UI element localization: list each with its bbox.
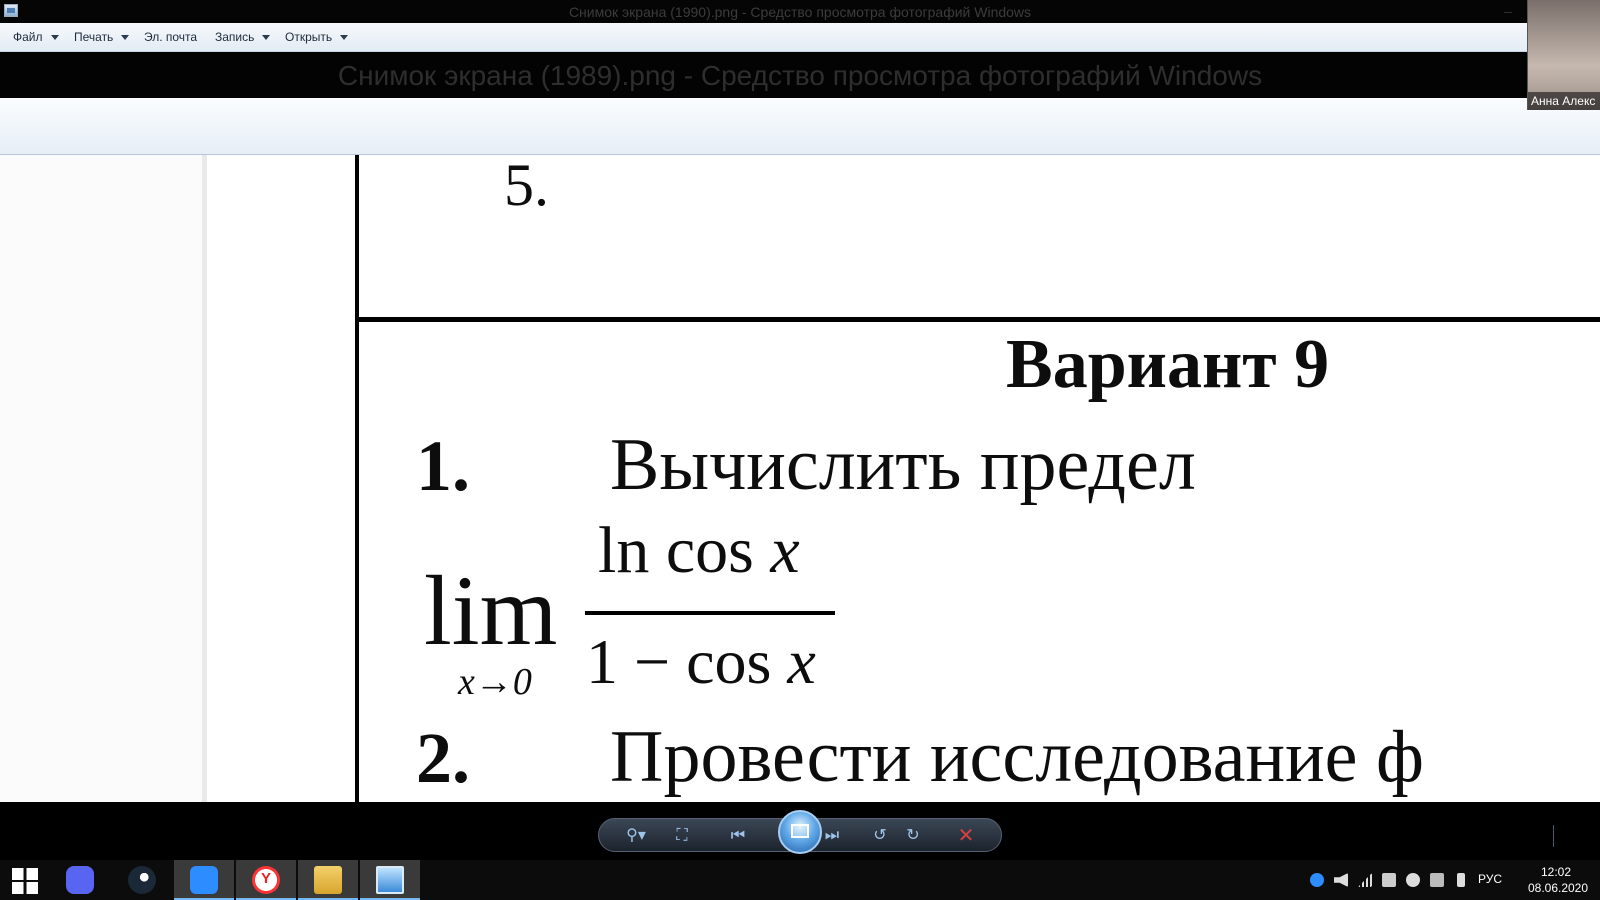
tray-printer-icon[interactable] <box>1430 873 1444 887</box>
denominator-variable: x <box>787 626 816 697</box>
rotate-counterclockwise-icon[interactable]: ↺ <box>869 827 891 845</box>
previous-image-icon[interactable]: ⏮ <box>727 827 749 845</box>
input-language[interactable]: РУС <box>1478 872 1502 886</box>
nav-separator <box>1553 825 1554 847</box>
item-1-text: Вычислить предел <box>610 424 1196 506</box>
tray-steam-icon[interactable] <box>1406 873 1420 887</box>
item-2-number: 2. <box>416 718 470 798</box>
image-left-margin <box>0 155 207 802</box>
inner-window-title: Снимок экрана (1989).png - Средство прос… <box>337 60 1263 91</box>
fit-window-icon[interactable]: ⛶ <box>671 827 693 845</box>
taskbar: Y РУС 12:02 08.06.2020 <box>0 860 1600 900</box>
volume-icon[interactable] <box>1334 873 1348 887</box>
menu-email-label: Эл. почта <box>144 30 198 44</box>
usb-device-icon[interactable] <box>1457 873 1465 887</box>
windows-logo-icon <box>12 868 38 894</box>
item-2-text: Провести исследование ф <box>610 716 1424 798</box>
steam-icon <box>128 866 156 894</box>
chevron-down-icon <box>262 35 271 41</box>
fraction-bar <box>585 611 835 615</box>
numerator-function: ln cos <box>598 514 771 587</box>
outer-title-bar: Снимок экрана (1990).png - Средство прос… <box>0 0 1600 23</box>
menu-burn-label: Запись <box>215 30 255 44</box>
menu-file-label: Файл <box>13 30 43 44</box>
yandex-letter: Y <box>260 870 271 887</box>
clock-time[interactable]: 12:02 <box>1526 865 1586 879</box>
table-border-vertical <box>355 155 359 802</box>
menu-file[interactable]: Файл <box>13 30 59 44</box>
network-icon[interactable] <box>1358 873 1372 887</box>
taskbar-yandex[interactable]: Y <box>236 860 296 900</box>
inner-title-bar: Снимок экрана (1989).png - Средство прос… <box>0 52 1600 98</box>
taskbar-discord[interactable] <box>50 860 110 900</box>
outer-window-title: Снимок экрана (1990).png - Средство прос… <box>568 4 1032 20</box>
slideshow-button[interactable] <box>778 810 822 854</box>
chevron-down-icon <box>121 35 130 41</box>
folder-icon <box>314 866 342 894</box>
fraction-denominator: 1 − cos x <box>586 625 816 699</box>
viewer-navigation-bar: ⚲▾ ⛶ ⏮ ⏭ ↺ ↻ ✕ <box>0 802 1600 868</box>
menu-bar: Файл Печать Эл. почта Запись Открыть <box>0 23 1600 52</box>
rotate-clockwise-icon[interactable]: ↻ <box>902 827 924 845</box>
limit-subscript: x→0 <box>458 661 532 703</box>
numerator-variable: x <box>770 514 800 587</box>
discord-icon <box>66 866 94 894</box>
taskbar-explorer[interactable] <box>298 860 358 900</box>
fraction-numerator: ln cos x <box>598 513 800 589</box>
delete-icon[interactable]: ✕ <box>955 826 977 846</box>
next-image-icon[interactable]: ⏭ <box>821 827 843 845</box>
table-border-horizontal <box>355 317 1600 322</box>
taskbar-steam[interactable] <box>112 860 172 900</box>
limit-operator: lim <box>424 555 558 666</box>
menu-print[interactable]: Печать <box>74 30 130 44</box>
inner-toolbar <box>0 98 1600 155</box>
photo-viewer-icon <box>376 866 404 894</box>
start-button[interactable] <box>0 860 50 900</box>
menu-email[interactable]: Эл. почта <box>144 30 197 44</box>
network-disconnected-icon[interactable] <box>1382 873 1396 887</box>
menu-open-label: Открыть <box>285 30 333 44</box>
slideshow-icon <box>791 824 809 838</box>
participant-name: Анна Алекс <box>1528 92 1600 110</box>
denominator-prefix: 1 − cos <box>586 626 788 697</box>
menu-burn[interactable]: Запись <box>215 30 271 44</box>
taskbar-zoom[interactable] <box>174 860 234 900</box>
chevron-down-icon <box>340 35 349 41</box>
webcam-overlay[interactable]: Анна Алекс <box>1527 0 1600 110</box>
taskbar-photo-viewer[interactable] <box>360 860 420 900</box>
zoom-app-icon <box>190 866 218 894</box>
minimize-icon[interactable]: – <box>1504 3 1512 19</box>
tray-zoom-icon[interactable] <box>1310 873 1324 887</box>
menu-print-label: Печать <box>74 30 114 44</box>
variant-heading: Вариант 9 <box>1006 326 1330 403</box>
zoom-icon[interactable]: ⚲▾ <box>619 827 653 845</box>
item-1-number: 1. <box>416 426 470 506</box>
previous-item-number: 5. <box>504 155 549 218</box>
menu-open[interactable]: Открыть <box>285 30 349 44</box>
image-viewport[interactable]: 5. Вариант 9 1. Вычислить предел lim x→0… <box>0 155 1600 802</box>
chevron-down-icon <box>50 35 59 41</box>
clock-date[interactable]: 08.06.2020 <box>1522 881 1594 895</box>
